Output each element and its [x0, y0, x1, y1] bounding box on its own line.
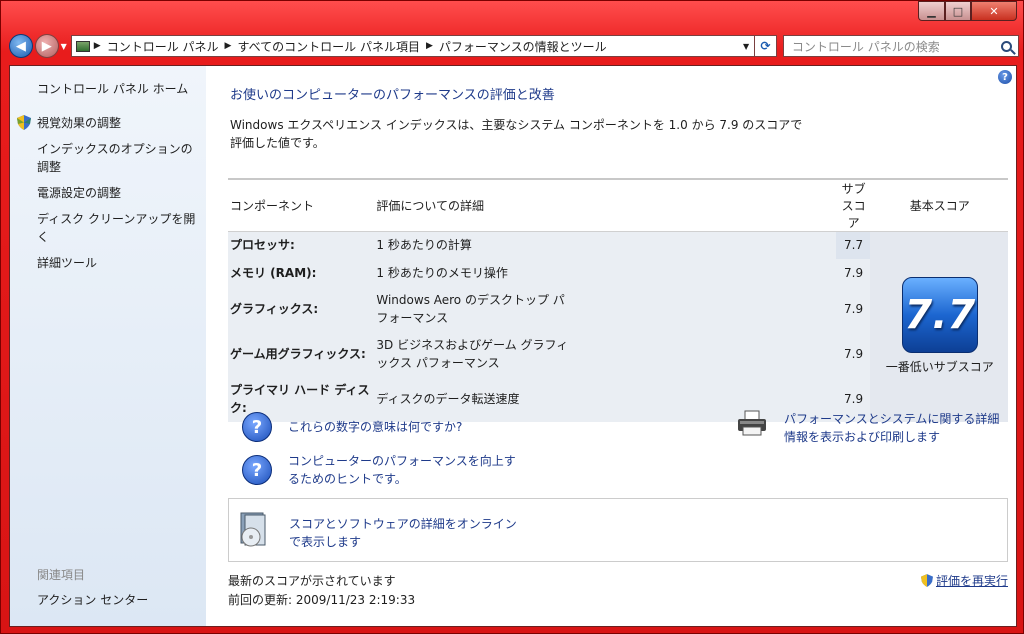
window-controls: ▁ □ ✕ [918, 1, 1017, 21]
software-box-icon [240, 512, 266, 547]
question-icon[interactable]: ? [242, 412, 272, 442]
breadcrumb-performance[interactable]: パフォーマンスの情報とツール [439, 38, 607, 55]
table-row: プロセッサ: 1 秒あたりの計算 7.7 7.7 一番低いサブスコア [228, 231, 1008, 422]
minimize-button[interactable]: ▁ [918, 1, 945, 21]
page-description: Windows エクスペリエンス インデックスは、主要なシステム コンポーネント… [230, 118, 803, 150]
score-status: 最新のスコアが示されています [228, 574, 396, 588]
breadcrumb-all-items[interactable]: すべてのコントロール パネル項目 [237, 38, 420, 55]
question-icon[interactable]: ? [242, 455, 272, 485]
control-panel-icon [75, 40, 90, 52]
last-update: 前回の更新: 2009/11/23 2:19:33 [228, 593, 416, 607]
column-component: コンポーネント [228, 179, 375, 232]
sidebar-home-link[interactable]: コントロール パネル ホーム [37, 80, 188, 97]
component-name: グラフィックス: [228, 286, 375, 332]
row-spacer [568, 231, 836, 259]
address-bar[interactable]: ▶ コントロール パネル ▶ すべてのコントロール パネル項目 ▶ パフォーマン… [70, 35, 756, 57]
online-details-link[interactable]: スコアとソフトウェアの詳細をオンラインで表示します [289, 515, 519, 551]
rerun-assessment-link[interactable]: 評価を再実行 [920, 572, 1008, 589]
search-icon[interactable] [1001, 40, 1012, 52]
base-score-label: 一番低いサブスコア [885, 360, 994, 375]
forward-button[interactable]: ▶ [34, 34, 59, 58]
component-name: プロセッサ: [228, 231, 375, 259]
sidebar-task-list: 視覚効果の調整 インデックスのオプションの調整 電源設定の調整 ディスク クリー… [37, 114, 199, 280]
component-detail: Windows Aero のデスクトップ パフォーマンス [374, 286, 569, 332]
back-button[interactable]: ◀ [9, 34, 33, 58]
component-name: メモリ (RAM): [228, 258, 375, 287]
breadcrumb-control-panel[interactable]: コントロール パネル [107, 38, 219, 55]
maximize-button[interactable]: □ [945, 1, 971, 21]
action-center-link[interactable]: アクション センター [37, 591, 148, 608]
component-detail: ディスクのデータ転送速度 [374, 376, 569, 422]
sidebar-item-advanced-tools[interactable]: 詳細ツール [37, 254, 199, 272]
rerun-label: 評価を再実行 [935, 574, 1008, 588]
uac-shield-icon [17, 115, 31, 130]
column-subscore: サブスコア [835, 179, 870, 232]
sidebar: コントロール パネル ホーム 視覚効果の調整 インデックスのオプションの調整 電… [10, 66, 206, 626]
row-spacer [568, 258, 836, 287]
column-detail: 評価についての詳細 [374, 179, 569, 232]
recent-pages-dropdown[interactable]: ▼ [61, 42, 67, 51]
client-area: コントロール パネル ホーム 視覚効果の調整 インデックスのオプションの調整 電… [9, 65, 1017, 627]
close-button[interactable]: ✕ [971, 1, 1017, 21]
subscore-value: 7.9 [835, 331, 870, 377]
subscore-value: 7.9 [835, 286, 870, 332]
related-heading: 関連項目 [37, 568, 86, 582]
column-spacer [568, 179, 836, 232]
window-frame: ▁ □ ✕ ◀ ▶ ▼ ▶ コントロール パネル ▶ すべてのコントロール パネ… [0, 0, 1024, 634]
print-details-link[interactable]: パフォーマンスとシステムに関する詳細情報を表示および印刷します [784, 410, 1006, 446]
search-placeholder: コントロール パネルの検索 [791, 39, 940, 54]
base-score-cell: 7.7 一番低いサブスコア [869, 231, 1008, 422]
breadcrumb-separator-icon[interactable]: ▶ [426, 41, 433, 51]
printer-icon[interactable] [736, 410, 768, 436]
subscore-value: 7.9 [835, 258, 870, 287]
sidebar-item-indexing-options[interactable]: インデックスのオプションの調整 [37, 140, 199, 176]
score-table: コンポーネント 評価についての詳細 サブスコア 基本スコア プロセッサ: 1 秒… [228, 178, 1008, 422]
sidebar-item-power-settings[interactable]: 電源設定の調整 [37, 184, 199, 202]
component-detail: 1 秒あたりの計算 [374, 231, 569, 259]
sidebar-item-visual-effects[interactable]: 視覚効果の調整 [37, 114, 199, 132]
address-dropdown-icon[interactable]: ▼ [738, 42, 754, 51]
subscore-value: 7.7 [835, 231, 870, 259]
uac-shield-icon [920, 574, 933, 587]
breadcrumb-separator-icon[interactable]: ▶ [225, 41, 232, 51]
component-detail: 3D ビジネスおよびゲーム グラフィックス パフォーマンス [374, 331, 569, 377]
tips-link[interactable]: コンピューターのパフォーマンスを向上するためのヒントです。 [288, 452, 518, 488]
column-basescore: 基本スコア [869, 179, 1008, 232]
component-detail: 1 秒あたりのメモリ操作 [374, 258, 569, 287]
navigation-bar: ◀ ▶ ▼ ▶ コントロール パネル ▶ すべてのコントロール パネル項目 ▶ … [9, 32, 1019, 60]
page-title: お使いのコンピューターのパフォーマンスの評価と改善 [230, 88, 555, 103]
search-box[interactable]: コントロール パネルの検索 [782, 35, 1019, 57]
breadcrumb-separator-icon[interactable]: ▶ [94, 41, 101, 51]
help-icon[interactable]: ? [998, 70, 1012, 84]
row-spacer [568, 331, 836, 377]
sidebar-item-disk-cleanup[interactable]: ディスク クリーンアップを開く [37, 210, 199, 246]
base-score-badge: 7.7 [901, 277, 978, 354]
refresh-button[interactable]: ⟳ [755, 35, 777, 57]
row-spacer [568, 286, 836, 332]
meaning-link[interactable]: これらの数字の意味は何ですか? [288, 418, 462, 436]
component-name: ゲーム用グラフィックス: [228, 331, 375, 377]
online-details-box: スコアとソフトウェアの詳細をオンラインで表示します [228, 498, 1008, 562]
